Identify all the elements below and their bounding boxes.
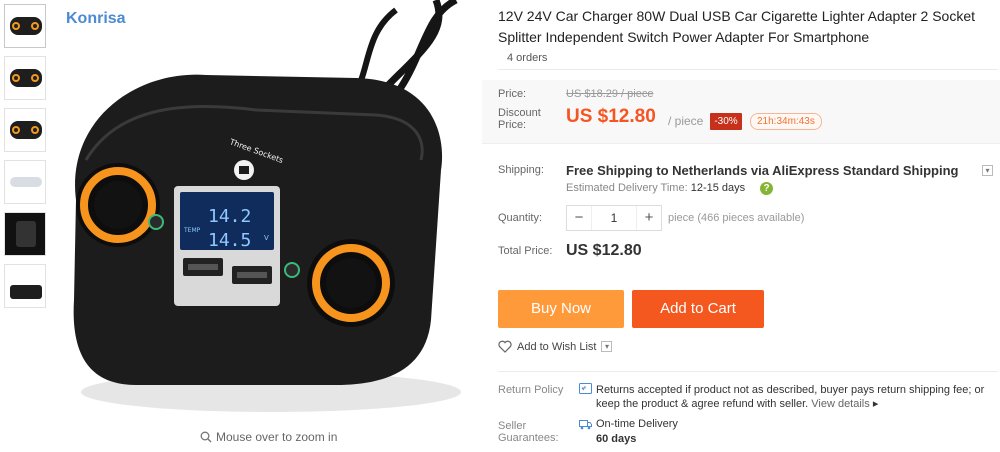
total-price-label: Total Price: [498,245,553,257]
delivery-truck-icon [579,420,592,430]
add-to-wishlist[interactable]: Add to Wish List ▾ [498,340,613,353]
display-line1: 14.2 [208,206,251,227]
countdown-timer: 21h:34m:43s [750,113,822,130]
price-box [482,80,1000,144]
display-line2: 14.5 [208,230,251,251]
quantity-increase-button[interactable]: + [637,206,661,230]
help-icon[interactable]: ? [760,182,773,195]
thumbnail-list [4,4,48,316]
price-label: Price: [498,88,527,100]
thumbnail-1[interactable] [4,4,46,48]
thumbnail-6[interactable] [4,264,46,308]
product-page: 14.2 14.5 TEMP V Three Sockets Konrisa M… [0,0,1000,452]
thumbnail-5[interactable] [4,212,46,256]
eta-label: Estimated Delivery Time: [566,182,688,194]
quantity-stepper: − 1 + [566,205,662,231]
original-price: US $18.29 / piece [566,88,654,100]
discount-price: US $12.80 [566,106,656,127]
add-to-cart-button[interactable]: Add to Cart [632,290,764,328]
view-details-link[interactable]: View details [811,398,870,410]
shipping-label: Shipping: [498,164,544,176]
car-charger-illustration: 14.2 14.5 TEMP V Three Sockets [73,0,461,412]
divider [498,371,998,372]
discount-price-label: Discount Price: [498,107,541,131]
thumbnail-2[interactable] [4,56,46,100]
quantity-label: Quantity: [498,212,543,224]
eta-unit: days [721,182,746,194]
quantity-available: piece (466 pieces available) [668,212,805,224]
quantity-decrease-button[interactable]: − [567,206,591,230]
return-icon [579,383,592,394]
orders-bar: 4 orders [498,48,998,70]
shipping-method[interactable]: Free Shipping to Netherlands via AliExpr… [566,163,958,178]
display-temp: TEMP [183,227,201,234]
total-price: US $12.80 [566,242,642,259]
chevron-down-icon[interactable]: ▾ [601,341,613,352]
return-policy-label: Return Policy [498,384,564,396]
brand-logo: Konrisa [66,10,126,27]
seller-guarantees-label: Seller Guarantees: [498,420,559,444]
heart-icon [498,340,512,353]
thumbnail-3[interactable] [4,108,46,152]
main-product-image[interactable]: 14.2 14.5 TEMP V Three Sockets [56,0,480,428]
guarantee-days: 60 days [596,433,637,445]
magnifier-icon [200,431,212,443]
per-piece-label: / piece [668,114,704,128]
buy-now-button[interactable]: Buy Now [498,290,624,328]
estimated-delivery: Estimated Delivery Time: 12-15 days [566,182,745,194]
product-info-panel: 12V 24V Car Charger 80W Dual USB Car Cig… [482,0,1000,452]
display-unit: V [264,234,269,242]
thumbnail-4[interactable] [4,160,46,204]
quantity-input[interactable]: 1 [591,206,637,230]
orders-count[interactable]: 4 orders [507,52,547,64]
zoom-hint: Mouse over to zoom in [200,430,337,444]
wishlist-label: Add to Wish List [517,340,597,353]
return-policy-description: Returns accepted if product not as descr… [596,384,985,410]
return-policy-text: Returns accepted if product not as descr… [596,383,992,411]
on-time-delivery: On-time Delivery [596,418,678,430]
eta-value: 12-15 [690,182,719,194]
discount-badge: -30% [710,113,742,130]
chevron-right-icon[interactable]: ▸ [873,398,879,410]
chevron-down-icon[interactable]: ▾ [982,165,993,176]
zoom-hint-text: Mouse over to zoom in [216,430,338,444]
product-title: 12V 24V Car Charger 80W Dual USB Car Cig… [498,8,976,45]
